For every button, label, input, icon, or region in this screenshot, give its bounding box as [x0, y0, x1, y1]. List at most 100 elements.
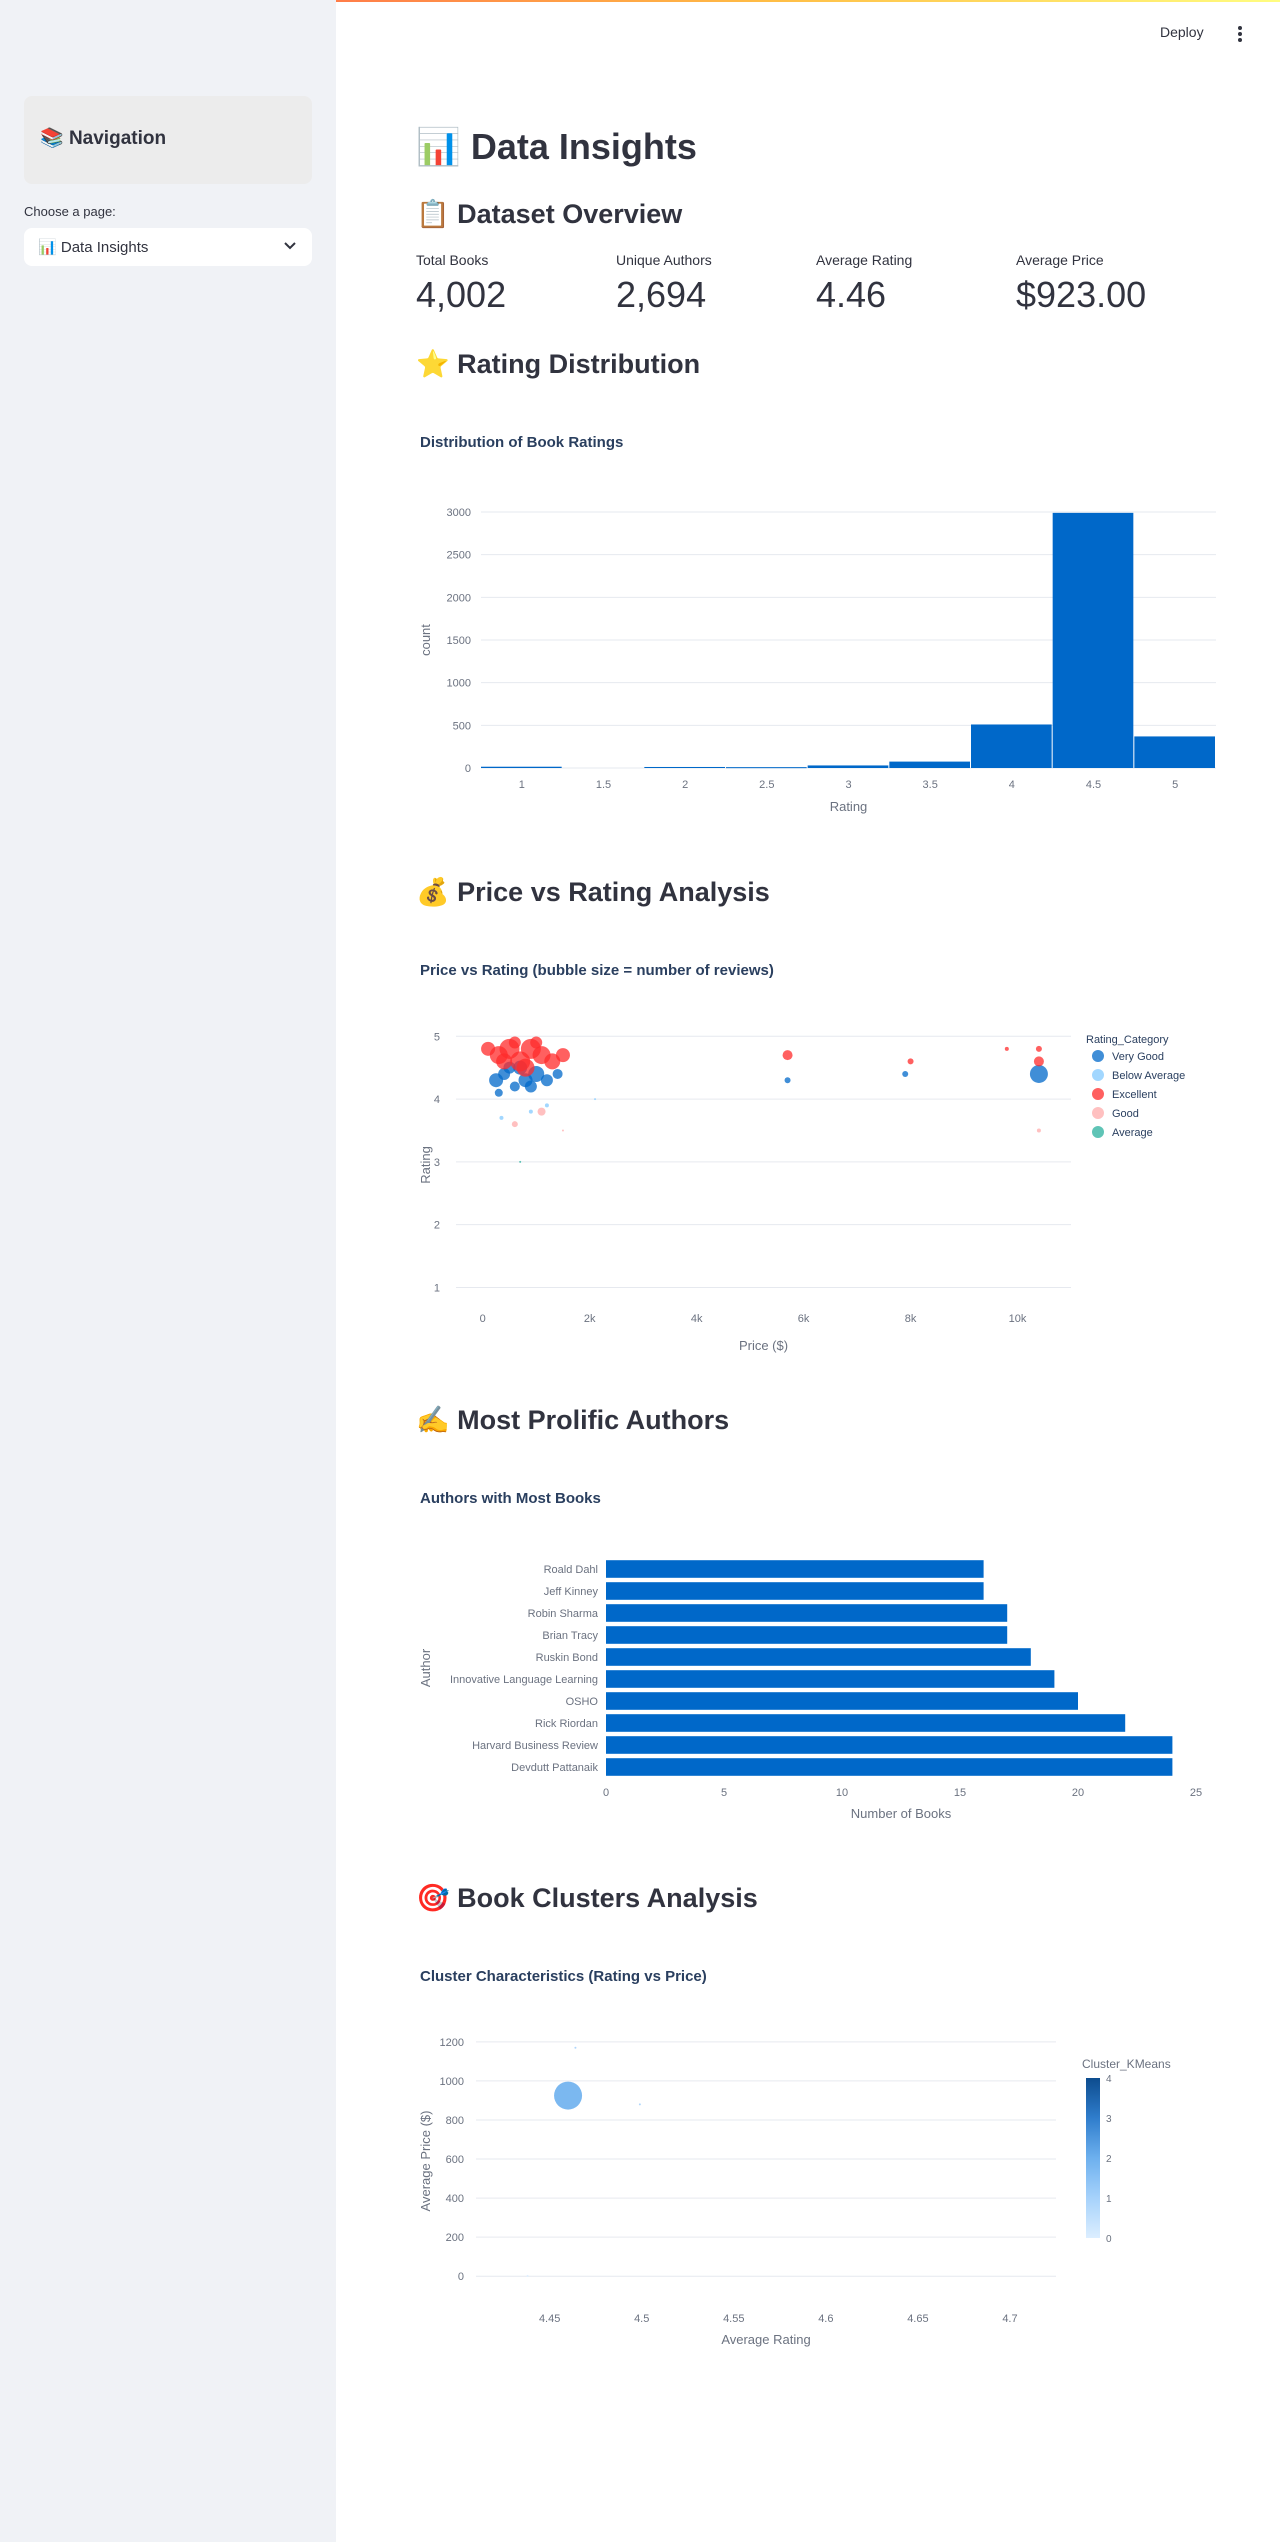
scatter-point — [511, 1121, 518, 1128]
nav-title-label: Navigation — [68, 128, 167, 149]
page-select[interactable]: 📊 Data Insights — [24, 228, 312, 266]
x-tick-label: 4k — [691, 1313, 703, 1325]
scatter-point — [530, 1036, 543, 1049]
x-tick-label: 0 — [603, 1787, 609, 1799]
scatter-point — [561, 1129, 564, 1132]
x-tick-label: 4.5 — [1086, 779, 1101, 791]
metric-value: 2,694 — [616, 274, 707, 315]
scatter-point — [1004, 1046, 1009, 1051]
books-icon: 📚 — [40, 128, 64, 149]
page-title-text: Data Insights — [470, 126, 697, 167]
target-icon: 🎯 — [416, 1883, 450, 1913]
y-tick-label: Harvard Business Review — [472, 1740, 598, 1752]
rating-histogram[interactable]: 0 500 1000 1500 2000 2500 3000 1 1.5 2 2.5 3 3.5 4 4.5… — [416, 480, 1256, 830]
scatter-point — [516, 1058, 535, 1077]
histogram-bar — [644, 766, 725, 768]
main-content: 📊 Data Insights 📋 Dataset Overview Total… — [336, 0, 1280, 2542]
y-tick-label: Jeff Kinney — [544, 1586, 599, 1598]
metric-average-price: Average Price $923.00 — [1016, 252, 1216, 316]
clusters-heading: 🎯 Book Clusters Analysis — [416, 1882, 758, 1914]
author-bar — [606, 1582, 984, 1600]
authors-heading-text: Most Prolific Authors — [457, 1405, 730, 1435]
legend-marker — [1092, 1107, 1104, 1119]
x-axis-label: Average Rating — [721, 2332, 810, 2347]
x-tick-label: 10k — [1009, 1313, 1027, 1325]
chart-title: Authors with Most Books — [420, 1490, 601, 1507]
y-tick-label: 0 — [458, 2271, 464, 2283]
y-tick-label: 3 — [434, 1157, 440, 1169]
price-heading-text: Price vs Rating Analysis — [457, 877, 770, 907]
y-axis-label: count — [418, 624, 433, 656]
x-tick-label: 3 — [845, 779, 851, 791]
x-tick-label: 1 — [519, 779, 525, 791]
x-tick-label: 4.45 — [539, 2313, 560, 2325]
chart-icon: 📊 — [38, 239, 57, 256]
legend-marker — [1092, 1050, 1104, 1062]
histogram-bar — [1052, 512, 1134, 768]
star-icon: ⭐ — [416, 349, 450, 379]
sidebar: 📚 Navigation Choose a page: 📊 Data Insig… — [0, 0, 336, 2542]
x-tick-label: 6k — [798, 1313, 810, 1325]
x-tick-label: 25 — [1190, 1787, 1202, 1799]
scatter-point — [528, 1109, 533, 1114]
metric-average-rating: Average Rating 4.46 — [816, 252, 1016, 316]
price-rating-scatter[interactable]: 1 2 3 4 5 0 2k 4k 6k 8k 10k Price ($) Rating Rating_C… — [416, 1010, 1256, 1360]
x-tick-label: 2k — [584, 1313, 596, 1325]
scatter-point — [902, 1070, 909, 1077]
histogram-bar — [971, 724, 1052, 768]
writing-hand-icon: ✍️ — [416, 1405, 450, 1435]
legend-marker — [1092, 1088, 1104, 1100]
page-select-label: Choose a page: — [24, 204, 116, 219]
x-tick-label: 8k — [905, 1313, 917, 1325]
y-tick-label: OSHO — [566, 1696, 599, 1708]
page-select-value: Data Insights — [60, 238, 149, 256]
y-tick-label: 2500 — [447, 550, 471, 562]
x-tick-label: 20 — [1072, 1787, 1084, 1799]
metric-total-books: Total Books 4,002 — [416, 252, 616, 316]
y-tick-label: Roald Dahl — [544, 1564, 598, 1576]
price-heading: 💰 Price vs Rating Analysis — [416, 876, 770, 908]
y-tick-label: 500 — [453, 720, 471, 732]
y-tick-label: 600 — [446, 2154, 464, 2166]
money-bag-icon: 💰 — [416, 877, 450, 907]
overview-heading-text: Dataset Overview — [457, 199, 683, 229]
y-tick-label: 1000 — [440, 2076, 464, 2088]
author-bar — [606, 1736, 1173, 1754]
x-tick-label: 4.5 — [634, 2313, 649, 2325]
authors-bar-chart[interactable]: Roald Dahl Jeff Kinney Robin Sharma Brian T… — [416, 1540, 1256, 1840]
scatter-point — [537, 1107, 546, 1116]
y-axis-label: Rating — [418, 1146, 433, 1184]
scatter-point — [1036, 1128, 1041, 1133]
legend-item: Very Good — [1112, 1051, 1164, 1063]
y-tick-label: 0 — [465, 763, 471, 775]
x-tick-label: 0 — [480, 1313, 486, 1325]
authors-heading: ✍️ Most Prolific Authors — [416, 1404, 729, 1436]
y-tick-label: 4 — [434, 1094, 440, 1106]
author-bar — [606, 1670, 1055, 1688]
x-axis-label: Number of Books — [851, 1806, 952, 1821]
scatter-point — [499, 1115, 504, 1120]
scatter-point — [496, 1053, 513, 1070]
scatter-point — [782, 1050, 793, 1061]
x-tick-label: 2.5 — [759, 779, 774, 791]
colorbar-tick-label: 2 — [1106, 2154, 1112, 2165]
x-tick-label: 4.6 — [818, 2313, 833, 2325]
histogram-bar — [726, 767, 807, 769]
x-axis-label: Price ($) — [739, 1338, 788, 1353]
chart-title: Price vs Rating (bubble size = number of… — [420, 962, 774, 979]
author-bar — [606, 1560, 984, 1578]
y-tick-label: 1500 — [447, 635, 471, 647]
y-tick-label: 2 — [434, 1220, 440, 1232]
x-tick-label: 15 — [954, 1787, 966, 1799]
author-bar — [606, 1626, 1008, 1644]
y-tick-label: 1 — [434, 1282, 440, 1294]
scatter-point — [508, 1036, 521, 1049]
nav-panel: 📚 Navigation — [24, 96, 312, 184]
legend-item: Below Average — [1112, 1070, 1185, 1082]
colorbar-tick-label: 3 — [1106, 2114, 1112, 2125]
scatter-point — [552, 1068, 563, 1079]
clusters-scatter[interactable]: 0 200 400 600 800 1000 1200 4.45 4.5 4.55 4.6 4.65 4… — [416, 2016, 1256, 2366]
y-tick-label: Rick Riordan — [535, 1718, 598, 1730]
scatter-point — [1035, 1045, 1042, 1052]
legend-title: Rating_Category — [1086, 1034, 1169, 1046]
